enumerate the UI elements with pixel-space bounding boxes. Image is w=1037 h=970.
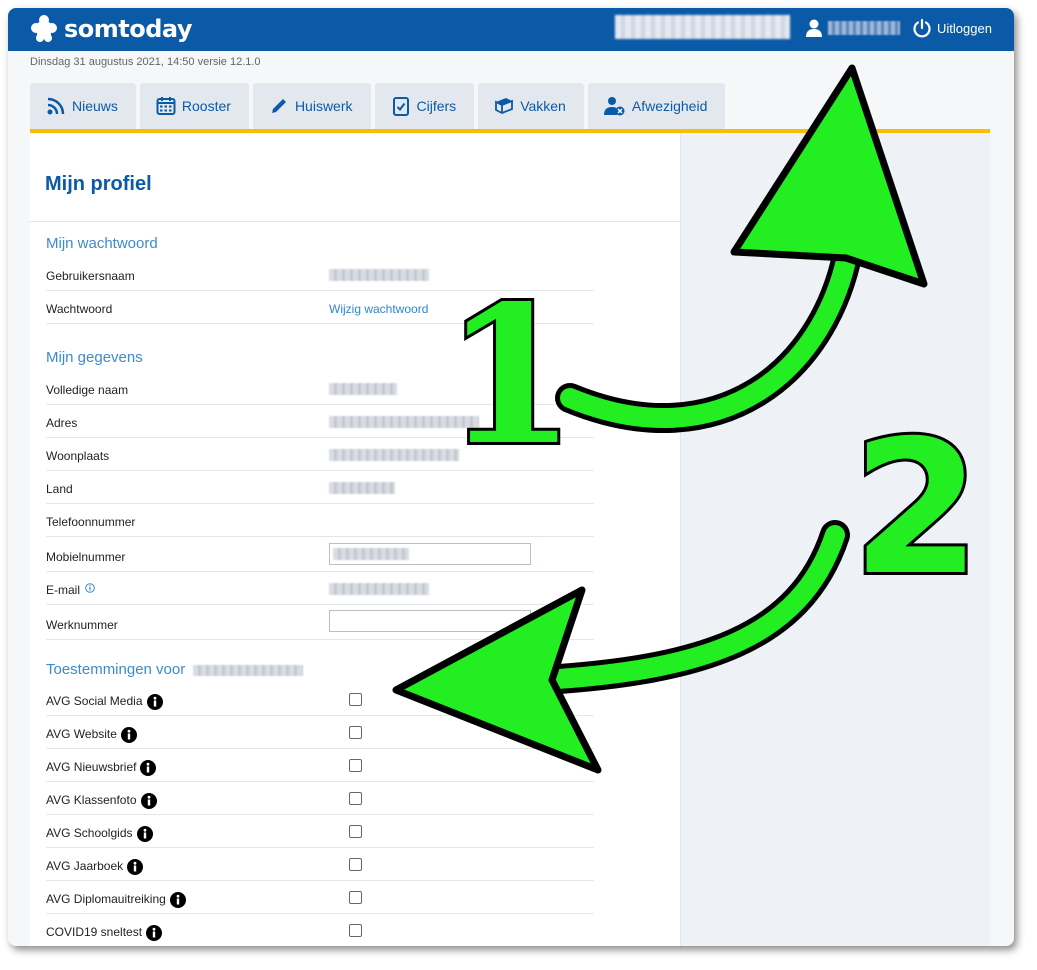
annotation-label-2: 2 xyxy=(852,400,981,616)
annotation-label-1: 1 xyxy=(444,264,576,487)
annotation-overlay: 1 2 xyxy=(392,64,984,774)
arrow-1-to-logout xyxy=(555,64,928,433)
arrow-2-to-permissions xyxy=(392,520,850,774)
